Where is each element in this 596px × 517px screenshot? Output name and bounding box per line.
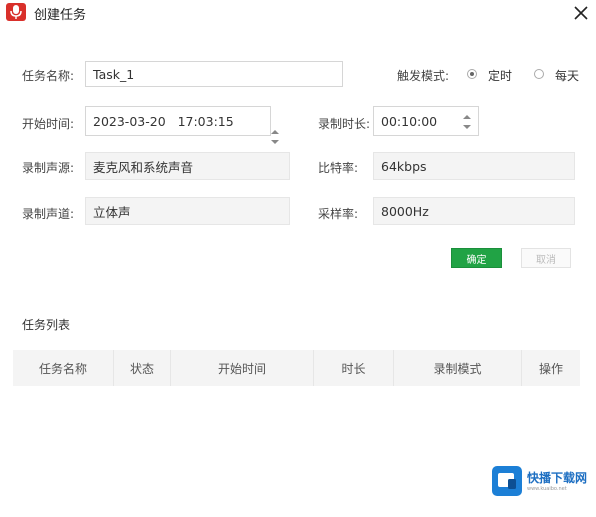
trigger-daily-label[interactable]: 每天 [555, 67, 579, 84]
window-title: 创建任务 [34, 8, 87, 23]
duration-value: 00:10:00 [381, 113, 438, 129]
trigger-mode-label: 触发模式: [397, 69, 450, 83]
start-time-picker[interactable]: 2023-03-20 17:03:15 [85, 106, 279, 144]
task-name-label: 任务名称: [22, 69, 75, 83]
column-header-duration[interactable]: 时长 [314, 350, 394, 386]
cancel-button[interactable]: 取消 [521, 248, 571, 268]
trigger-scheduled-label[interactable]: 定时 [488, 67, 512, 84]
start-time-label: 开始时间: [22, 117, 75, 131]
app-logo-icon [6, 3, 26, 21]
trigger-scheduled-radio[interactable] [467, 69, 477, 79]
column-header-start-time[interactable]: 开始时间 [171, 350, 314, 386]
confirm-button[interactable]: 确定 [451, 248, 502, 268]
column-header-record-mode[interactable]: 录制模式 [394, 350, 522, 386]
column-header-task-name[interactable]: 任务名称 [13, 350, 114, 386]
channel-field[interactable]: 立体声 [85, 197, 290, 225]
audio-source-label: 录制声源: [22, 161, 75, 175]
bitrate-label: 比特率: [318, 161, 359, 175]
duration-spinner-icon[interactable] [462, 112, 472, 132]
start-time-value: 2023-03-20 17:03:15 [93, 113, 234, 129]
column-header-actions[interactable]: 操作 [522, 350, 580, 386]
channel-label: 录制声道: [22, 207, 75, 221]
bitrate-field[interactable]: 64kbps [373, 152, 575, 180]
trigger-daily-radio[interactable] [534, 69, 544, 79]
watermark-logo-icon [492, 466, 522, 496]
audio-source-field[interactable]: 麦克风和系统声音 [85, 152, 290, 180]
start-time-spinner-icon[interactable] [254, 112, 279, 144]
sample-rate-field[interactable]: 8000Hz [373, 197, 575, 225]
task-list-title: 任务列表 [22, 318, 71, 332]
task-name-input[interactable]: Task_1 [85, 61, 343, 87]
duration-picker[interactable]: 00:10:00 [373, 106, 479, 136]
duration-label: 录制时长: [318, 117, 371, 131]
watermark-url: www.kuaibo.net [527, 486, 567, 492]
sample-rate-label: 采样率: [318, 207, 359, 221]
close-icon[interactable] [572, 4, 590, 22]
task-table-header: 任务名称 状态 开始时间 时长 录制模式 操作 [13, 350, 580, 386]
watermark-name: 快播下载网 [527, 471, 588, 485]
column-header-status[interactable]: 状态 [114, 350, 171, 386]
